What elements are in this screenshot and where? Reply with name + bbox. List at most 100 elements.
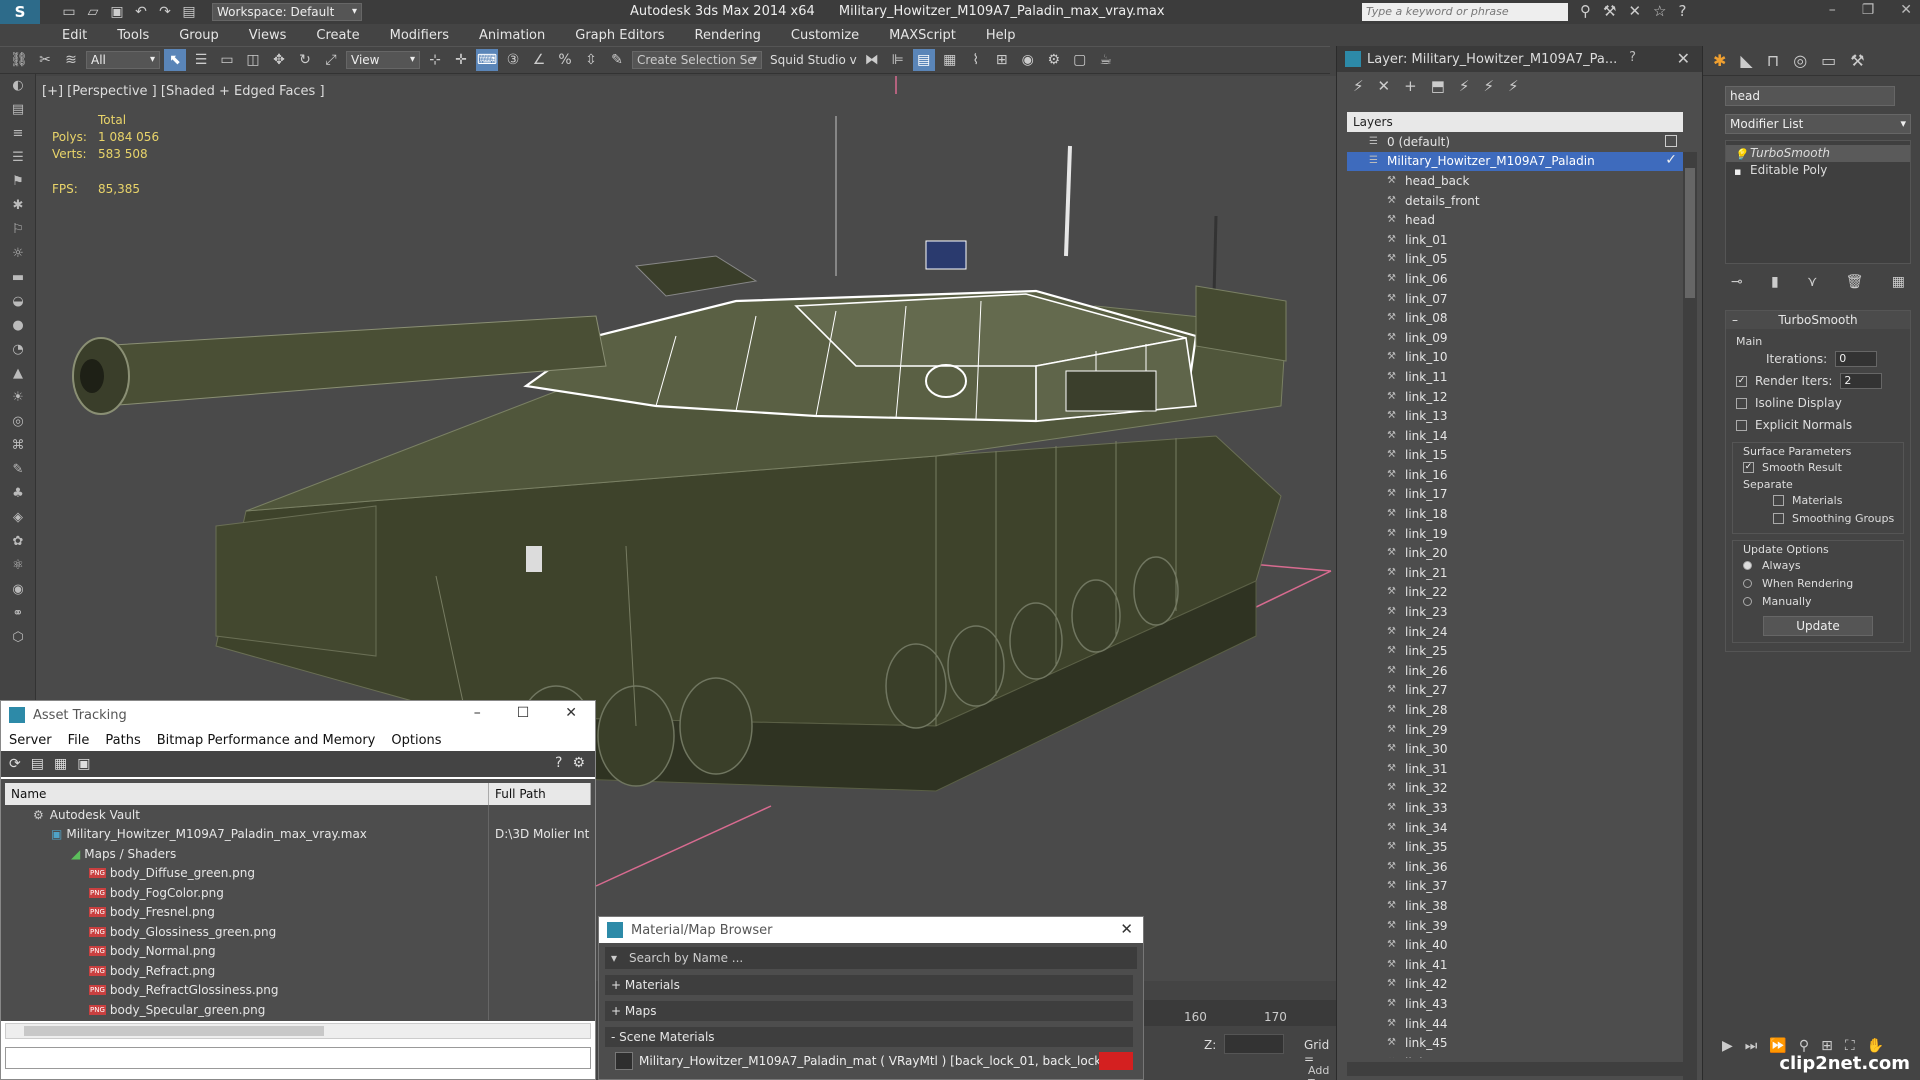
binoculars-icon[interactable]: ⚲ — [1580, 2, 1591, 20]
table-view-icon[interactable]: ▣ — [77, 756, 90, 772]
stack-item-editable-poly[interactable]: ▪ Editable Poly — [1726, 162, 1910, 179]
graphite-toolbar-icon[interactable]: ▦ — [939, 49, 961, 71]
strip-tool-icon[interactable]: ⚭ — [8, 606, 28, 626]
scene-materials-group[interactable]: - Scene Materials — [605, 1027, 1133, 1047]
table-row[interactable]: PNG body_RefractGlossiness.png — [5, 980, 591, 1000]
layer-object-row[interactable]: ⚒ link_22 — [1347, 583, 1683, 603]
bind-space-warp-icon[interactable]: ≋ — [60, 49, 82, 71]
layer-object-row[interactable]: ⚒ link_18 — [1347, 504, 1683, 524]
layer-object-row[interactable]: ⚒ link_21 — [1347, 563, 1683, 583]
hierarchy-tab-icon[interactable]: ⊓ — [1767, 51, 1779, 70]
redo-icon[interactable]: ↷ — [156, 3, 174, 21]
select-object-icon[interactable]: ⬉ — [164, 49, 186, 71]
highlight-layer-icon[interactable]: ⚡ — [1459, 77, 1470, 95]
strip-tool-icon[interactable]: ⚛ — [8, 558, 28, 578]
active-layer-checkbox[interactable] — [1665, 135, 1677, 147]
layer-object-row[interactable]: ⚒ link_34 — [1347, 818, 1683, 838]
strip-tool-icon[interactable]: ▬ — [8, 270, 28, 290]
restore-button[interactable]: ❐ — [1862, 2, 1875, 18]
layer-object-row[interactable]: ⚒ link_14 — [1347, 426, 1683, 446]
path-column-header[interactable]: Full Path — [489, 783, 591, 805]
strip-tool-icon[interactable]: ⚐ — [8, 222, 28, 242]
select-by-name-icon[interactable]: ☰ — [190, 49, 212, 71]
menu-file[interactable]: File — [68, 733, 90, 748]
hide-layers-icon[interactable]: ⚡ — [1483, 77, 1494, 95]
strip-tool-icon[interactable]: ● — [8, 318, 28, 338]
scroll-thumb[interactable] — [24, 1026, 324, 1036]
strip-tool-icon[interactable]: ✎ — [8, 462, 28, 482]
layer-object-row[interactable]: ⚒ link_39 — [1347, 916, 1683, 936]
materials-row[interactable]: Materials — [1733, 491, 1903, 509]
scale-icon[interactable]: ⤢ — [320, 49, 342, 71]
make-unique-icon[interactable]: ⋎ — [1807, 274, 1817, 290]
close-button[interactable]: ✕ — [565, 705, 577, 721]
strip-tool-icon[interactable]: ◎ — [8, 414, 28, 434]
undo-icon[interactable]: ↶ — [132, 3, 150, 21]
manually-row[interactable]: Manually — [1733, 592, 1903, 610]
table-row[interactable]: PNG body_Refract.png — [5, 961, 591, 981]
configure-sets-icon[interactable]: ▦ — [1892, 274, 1905, 290]
iterations-spinner[interactable]: 0 — [1835, 351, 1878, 367]
menu-modifiers[interactable]: Modifiers — [390, 28, 449, 43]
rect-selection-icon[interactable]: ▭ — [216, 49, 238, 71]
help-icon[interactable]: ? — [1629, 50, 1636, 65]
layer-object-row[interactable]: ⚒ link_25 — [1347, 641, 1683, 661]
layer-object-row[interactable]: ⚒ link_27 — [1347, 681, 1683, 701]
active-layer-check-icon[interactable]: ✓ — [1665, 152, 1677, 168]
help-icon[interactable]: ? — [1678, 2, 1686, 20]
layer-row-paladin[interactable]: ☰ Military_Howitzer_M109A7_Paladin ✓ — [1347, 151, 1683, 172]
zoom-all-icon[interactable]: ⊞ — [1821, 1038, 1833, 1054]
layer-object-row[interactable]: ⚒ link_36 — [1347, 857, 1683, 877]
rotate-icon[interactable]: ↻ — [294, 49, 316, 71]
layer-object-row[interactable]: ⚒ link_33 — [1347, 798, 1683, 818]
close-icon[interactable]: ✕ — [1120, 920, 1133, 938]
menu-graph-editors[interactable]: Graph Editors — [575, 28, 664, 43]
maps-group[interactable]: + Maps — [605, 1001, 1133, 1021]
strip-tool-icon[interactable]: ✿ — [8, 534, 28, 554]
material-editor-icon[interactable]: ◉ — [1017, 49, 1039, 71]
always-row[interactable]: Always — [1733, 556, 1903, 574]
pin-stack-icon[interactable]: ⊸ — [1731, 274, 1743, 290]
layer-object-row[interactable]: ⚒ link_35 — [1347, 837, 1683, 857]
layer-object-row[interactable]: ⚒ link_37 — [1347, 877, 1683, 897]
render-production-icon[interactable]: ☕ — [1095, 49, 1117, 71]
field-of-view-icon[interactable]: ⛶ — [1845, 1038, 1855, 1054]
show-end-result-icon[interactable]: ▮ — [1771, 274, 1779, 290]
strip-tool-icon[interactable]: ◉ — [8, 582, 28, 602]
move-icon[interactable]: ✥ — [268, 49, 290, 71]
menu-paths[interactable]: Paths — [105, 733, 140, 748]
layer-object-row[interactable]: ⚒ link_11 — [1347, 367, 1683, 387]
layer-object-row[interactable]: ⚒ link_24 — [1347, 622, 1683, 642]
selection-filter-dropdown[interactable]: All — [86, 51, 160, 69]
next-frame-icon[interactable]: ⏭ — [1745, 1038, 1758, 1054]
materials-checkbox[interactable] — [1773, 494, 1784, 506]
strip-tool-icon[interactable]: ◈ — [8, 510, 28, 530]
new-file-icon[interactable]: ▭ — [60, 3, 78, 21]
curve-editor-icon[interactable]: ⌇ — [965, 49, 987, 71]
link-icon[interactable]: ⛓ — [8, 49, 30, 71]
menu-animation[interactable]: Animation — [479, 28, 545, 43]
open-file-icon[interactable]: ▱ — [84, 3, 102, 21]
scene-material-item[interactable]: Military_Howitzer_M109A7_Paladin_mat ( V… — [615, 1051, 1133, 1071]
strip-tool-icon[interactable]: ⚑ — [8, 174, 28, 194]
layer-object-row[interactable]: ⚒ link_09 — [1347, 328, 1683, 348]
strip-tool-icon[interactable]: ≡ — [8, 126, 28, 146]
list-view-icon[interactable]: ▤ — [31, 756, 44, 772]
layer-object-row[interactable]: ⚒ link_40 — [1347, 935, 1683, 955]
smooth-result-row[interactable]: ✓ Smooth Result — [1733, 458, 1903, 476]
layer-object-row[interactable]: ⚒ link_15 — [1347, 446, 1683, 466]
isoline-row[interactable]: Isoline Display — [1726, 392, 1910, 414]
new-layer-icon[interactable]: ⚡ — [1353, 77, 1364, 95]
layer-object-row[interactable]: ⚒ link_32 — [1347, 779, 1683, 799]
squid-studio-label[interactable]: Squid Studio v — [770, 53, 857, 67]
lightbulb-icon[interactable]: 💡 — [1734, 146, 1748, 163]
table-row[interactable]: PNG body_Specular_green.png — [5, 1000, 591, 1020]
rollout-title[interactable]: TurboSmooth — [1726, 311, 1910, 329]
reference-coordinate-dropdown[interactable]: View — [346, 51, 420, 69]
create-tab-icon[interactable]: ✱ — [1713, 51, 1726, 70]
table-row[interactable]: ▣ Military_Howitzer_M109A7_Paladin_max_vr… — [5, 824, 591, 844]
update-button[interactable]: Update — [1763, 616, 1873, 636]
help-search-input[interactable]: Type a keyword or phrase — [1362, 3, 1568, 21]
layer-object-row[interactable]: ⚒ link_01 — [1347, 230, 1683, 250]
menu-bitmap-performance[interactable]: Bitmap Performance and Memory — [157, 733, 376, 748]
